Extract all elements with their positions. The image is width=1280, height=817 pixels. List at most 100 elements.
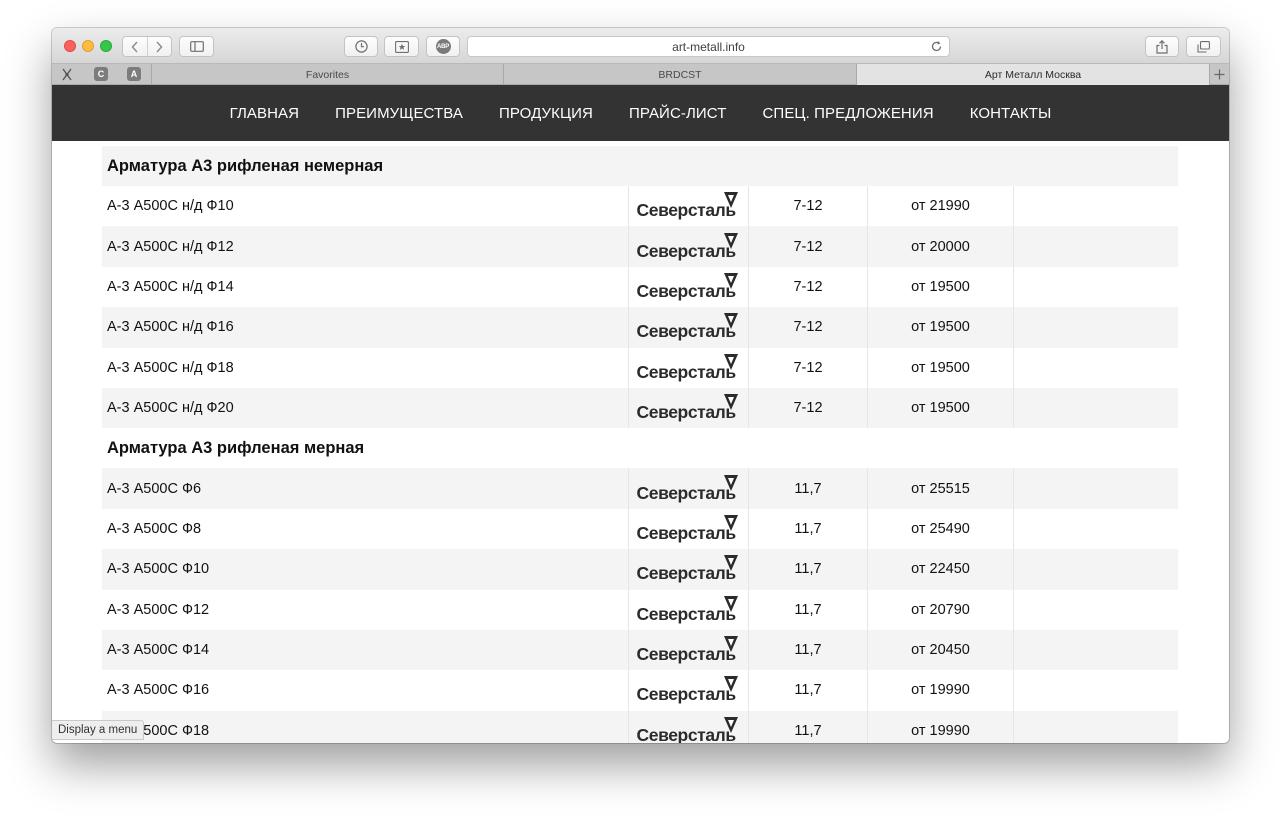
tab-brdcst[interactable]: BRDCST (503, 64, 856, 85)
history-button[interactable] (344, 36, 378, 57)
brand-cell: Северсталь (628, 307, 748, 348)
severstal-logo: Северсталь (635, 270, 743, 304)
severstal-mark-icon (723, 353, 738, 370)
nav-contacts[interactable]: КОНТАКТЫ (970, 105, 1052, 122)
brand-cell: Северсталь (628, 468, 748, 509)
product-name: А-3 А500С Ф18 (107, 722, 210, 739)
nav-advantages[interactable]: ПРЕИМУЩЕСТВА (335, 105, 463, 122)
severstal-mark-icon (723, 394, 738, 411)
table-row: А-3 А500С Ф6 Северсталь 11,7 от 25515 (102, 468, 1178, 509)
empty-cell (1013, 266, 1178, 308)
product-name: А-3 А500С н/д Ф14 (107, 278, 234, 295)
empty-cell (1013, 549, 1178, 590)
length-cell: 7-12 (748, 307, 867, 348)
product-name: А-3 А500С н/д Ф18 (107, 359, 234, 376)
severstal-mark-icon (723, 192, 738, 209)
minimize-window-button[interactable] (82, 40, 94, 52)
length-cell: 7-12 (748, 186, 867, 227)
price-cell: от 25490 (867, 508, 1013, 550)
brand-name: Северсталь (636, 522, 737, 543)
adblock-button[interactable]: ABP (426, 36, 460, 57)
brand-name: Северсталь (636, 482, 737, 503)
price-cell: от 19500 (867, 347, 1013, 388)
tab-favorites[interactable]: Favorites (151, 64, 503, 85)
empty-cell (1013, 347, 1178, 388)
severstal-mark-icon (723, 313, 738, 330)
severstal-logo: Северсталь (635, 673, 743, 707)
address-bar[interactable]: art-metall.info (467, 36, 950, 57)
product-name: А-3 А500С Ф6 (107, 480, 202, 497)
table-row: А-3 А500С Ф18 Северсталь 11,7 от 19990 (102, 710, 1178, 743)
length-cell: 11,7 (748, 589, 867, 630)
brand-cell: Северсталь (628, 629, 748, 671)
table-row: А-3 А500С н/д Ф18 Северсталь 7-12 от 19500 (102, 347, 1178, 388)
table-row: А-3 А500С н/д Ф10 Северсталь 7-12 от 21990 (102, 186, 1178, 227)
star-icon (394, 40, 409, 53)
severstal-mark-icon (723, 716, 738, 733)
address-text: art-metall.info (672, 39, 745, 54)
length-cell: 11,7 (748, 549, 867, 590)
brand-cell: Северсталь (628, 710, 748, 743)
table-row: А-3 А500С Ф16 Северсталь 11,7 от 19990 (102, 670, 1178, 711)
product-name: А-3 А500С Ф8 (107, 520, 202, 537)
severstal-mark-icon (723, 636, 738, 653)
show-tabs-button[interactable] (1186, 36, 1221, 57)
severstal-mark-icon (723, 514, 738, 531)
zoom-window-button[interactable] (100, 40, 112, 52)
brand-name: Северсталь (636, 563, 737, 584)
empty-cell (1013, 468, 1178, 509)
severstal-logo: Северсталь (635, 552, 743, 586)
severstal-mark-icon (723, 676, 738, 693)
extension-c-icon[interactable]: C (94, 67, 108, 81)
forward-button[interactable] (146, 37, 171, 56)
length-cell: 7-12 (748, 387, 867, 429)
severstal-logo: Северсталь (635, 189, 743, 223)
nav-special-offers[interactable]: СПЕЦ. ПРЕДЛОЖЕНИЯ (763, 105, 934, 122)
new-tab-button[interactable] (1209, 64, 1229, 85)
extension-a-icon[interactable]: A (127, 67, 141, 81)
brand-cell: Северсталь (628, 226, 748, 267)
sidebar-button[interactable] (179, 36, 214, 57)
empty-cell (1013, 387, 1178, 429)
brand-cell: Северсталь (628, 549, 748, 590)
empty-cell (1013, 670, 1178, 711)
nav-products[interactable]: ПРОДУКЦИЯ (499, 105, 593, 122)
table-row: А-3 А500С Ф12 Северсталь 11,7 от 20790 (102, 589, 1178, 630)
brand-name: Северсталь (636, 684, 737, 705)
severstal-logo: Северсталь (635, 310, 743, 344)
table-row: А-3 А500С Ф14 Северсталь 11,7 от 20450 (102, 629, 1178, 671)
tab-bar: C A Favorites BRDCST Арт Металл Москва (52, 64, 1229, 85)
product-name: А-3 А500С Ф14 (107, 642, 210, 659)
share-button[interactable] (1145, 36, 1179, 57)
table-row: А-3 А500С н/д Ф16 Северсталь 7-12 от 19500 (102, 307, 1178, 348)
nav-home[interactable]: ГЛАВНАЯ (230, 105, 300, 122)
severstal-logo: Северсталь (635, 512, 743, 546)
length-cell: 7-12 (748, 226, 867, 267)
price-cell: от 20450 (867, 629, 1013, 671)
table-row: А-3 А500С Ф8 Северсталь 11,7 от 25490 (102, 508, 1178, 550)
nav-price-list[interactable]: ПРАЙС-ЛИСТ (629, 105, 727, 122)
severstal-mark-icon (723, 555, 738, 572)
brand-cell: Северсталь (628, 347, 748, 388)
empty-cell (1013, 508, 1178, 550)
browser-toolbar: ABP art-metall.info (52, 28, 1229, 64)
adblock-icon: ABP (435, 39, 451, 54)
length-cell: 11,7 (748, 670, 867, 711)
tab-art-metall[interactable]: Арт Металл Москва (856, 64, 1209, 85)
top-sites-button[interactable] (384, 36, 419, 57)
tool-extension-icon[interactable] (60, 67, 74, 81)
product-name: А-3 А500С н/д Ф12 (107, 238, 234, 255)
brand-name: Северсталь (636, 200, 737, 221)
chevron-right-icon (156, 41, 163, 52)
price-cell: от 20000 (867, 226, 1013, 267)
price-table: Арматура А3 рифленая немерная А-3 А500С н… (102, 146, 1178, 743)
reload-icon[interactable] (930, 40, 943, 53)
length-cell: 11,7 (748, 710, 867, 743)
back-button[interactable] (123, 37, 147, 56)
close-window-button[interactable] (64, 40, 76, 52)
section-title: Арматура А3 рифленая немерная (102, 146, 1178, 186)
severstal-mark-icon (723, 474, 738, 491)
product-name: А-3 А500С Ф12 (107, 601, 210, 618)
sidebar-icon (189, 41, 204, 52)
severstal-logo: Северсталь (635, 391, 743, 425)
